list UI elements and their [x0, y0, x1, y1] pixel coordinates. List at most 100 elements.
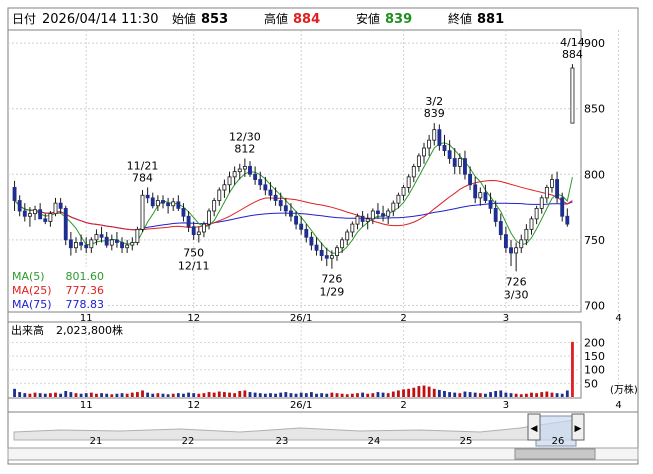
legend-ma5-value: 801.60	[66, 270, 105, 283]
volume-bar	[540, 392, 544, 397]
volume-bar	[253, 392, 257, 397]
volume-bar	[356, 393, 359, 397]
high-label: 高値	[264, 11, 288, 26]
volume-bar	[299, 392, 303, 397]
low-value: 839	[385, 12, 412, 27]
volume-bar	[48, 393, 52, 397]
candle-body	[171, 201, 176, 207]
volume-bar	[23, 393, 27, 397]
candle-body	[355, 215, 360, 225]
candle-body	[258, 179, 263, 186]
candle-body	[463, 158, 467, 175]
candle-body	[432, 129, 437, 141]
volume-bar	[432, 388, 436, 397]
volume-bar	[545, 391, 549, 397]
volume-bar	[192, 393, 196, 397]
volume-bar	[161, 393, 165, 397]
candle-body	[84, 244, 89, 249]
candle-body	[468, 173, 473, 186]
volume-bar	[207, 392, 211, 397]
volume-bar	[391, 391, 395, 397]
volume-bar	[130, 392, 134, 397]
candle-body	[196, 231, 201, 236]
legend-ma75-label: MA(75)	[12, 298, 52, 311]
price-tick-label: 700	[584, 299, 605, 312]
candle-body	[509, 247, 513, 254]
scrollbar-thumb[interactable]	[514, 448, 596, 460]
volume-bar	[258, 393, 262, 397]
open-value: 853	[201, 12, 228, 27]
candle-body	[125, 244, 130, 249]
volume-x-tick: 26/1	[290, 400, 312, 411]
candle-body	[48, 213, 53, 222]
volume-bar	[458, 393, 462, 397]
candle-body	[278, 200, 283, 207]
candle-body	[283, 205, 288, 212]
candle-body	[248, 166, 252, 175]
volume-x-tick: 3	[503, 400, 509, 411]
candle-body	[12, 186, 17, 201]
volume-bar	[565, 390, 569, 397]
annotation-line2: 3/30	[504, 288, 529, 301]
price-tick-label: 900	[584, 37, 605, 50]
volume-bar	[535, 393, 539, 397]
candle-body	[498, 221, 503, 236]
candle-body	[27, 213, 32, 217]
volume-bar	[89, 392, 93, 397]
volume-bar	[171, 393, 175, 397]
volume-bar	[28, 393, 32, 397]
candle-body	[140, 194, 145, 230]
candle-body	[217, 189, 222, 201]
volume-bar	[151, 393, 155, 397]
candle-body	[114, 239, 119, 243]
candle-body	[63, 207, 68, 241]
volume-bar	[366, 393, 370, 397]
volume-x-tick: 11	[80, 400, 93, 411]
volume-total: 2,023,800株	[56, 323, 123, 337]
price-tick-label: 850	[584, 103, 605, 116]
candle-body	[519, 239, 524, 249]
candle-body	[109, 239, 114, 246]
volume-bar	[463, 391, 467, 397]
candle-body	[570, 67, 575, 124]
volume-x-tick: 2	[400, 400, 406, 411]
candle-body	[58, 202, 63, 209]
candle-body	[539, 197, 544, 209]
candle-body	[493, 207, 498, 222]
candle-body	[560, 197, 565, 217]
volume-bar	[125, 393, 129, 397]
close-value: 881	[477, 12, 504, 27]
candle-body	[376, 210, 380, 215]
volume-bar	[233, 393, 237, 397]
volume-bar	[412, 387, 416, 397]
date-label: 日付	[12, 12, 36, 26]
volume-bar	[217, 391, 221, 397]
candle-body	[155, 200, 160, 207]
navigator-year-label: 25	[460, 436, 473, 447]
price-tick-label: 800	[584, 168, 605, 181]
volume-bar	[79, 393, 83, 397]
volume-bar	[141, 390, 144, 397]
candle-body	[345, 231, 350, 241]
candle-body	[17, 200, 22, 212]
volume-bar	[238, 391, 242, 397]
candle-body	[207, 210, 211, 225]
candle-body	[565, 215, 570, 225]
volume-bar	[315, 393, 318, 397]
candle-body	[514, 247, 519, 254]
candle-body	[442, 145, 447, 152]
candle-body	[478, 192, 483, 199]
candle-body	[391, 202, 396, 212]
volume-bar	[402, 389, 405, 397]
volume-bar	[453, 392, 457, 397]
candle-body	[99, 234, 104, 238]
volume-bar	[279, 392, 283, 397]
annotation-line1: 726	[321, 273, 342, 286]
volume-bar	[345, 394, 349, 397]
volume-bar	[269, 393, 272, 397]
candle-body	[534, 207, 539, 220]
candle-body	[68, 239, 73, 249]
candle-body	[555, 179, 560, 199]
navigator-year-label: 22	[182, 436, 195, 447]
volume-tick-label: 100	[584, 364, 605, 377]
